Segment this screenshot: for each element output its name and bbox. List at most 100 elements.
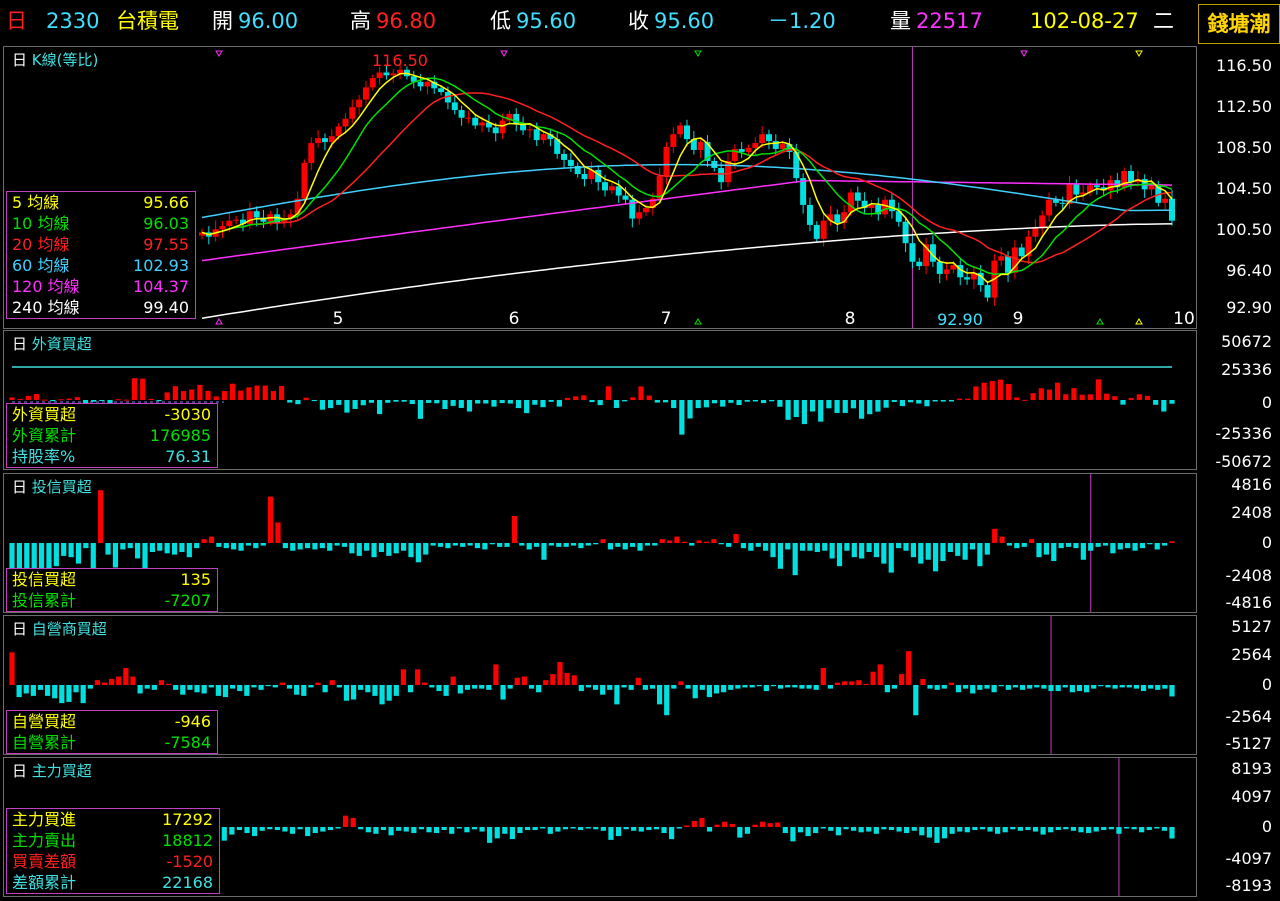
flow-bar — [221, 827, 227, 841]
flow-bar — [303, 397, 309, 400]
flow-bar — [674, 536, 680, 543]
candle-body — [724, 160, 731, 183]
flow-bar — [940, 400, 946, 402]
flow-bar — [238, 390, 244, 400]
flow-bar — [662, 400, 669, 403]
flow-bar — [799, 543, 806, 551]
candle-body — [567, 159, 574, 166]
flow-bar — [927, 685, 933, 689]
flow-bar — [934, 685, 940, 690]
flow-bar — [1144, 395, 1151, 400]
flow-bar — [458, 400, 464, 408]
flow-bar — [1098, 685, 1104, 687]
flow-bar — [1006, 383, 1012, 400]
flow-bar — [197, 384, 203, 400]
candle-body — [513, 113, 520, 125]
flow-bar — [33, 394, 40, 400]
flow-bar — [42, 399, 48, 401]
flow-bar — [678, 681, 684, 685]
candle-body — [520, 124, 527, 131]
legend-value: -1520 — [166, 852, 214, 871]
flow-bar — [164, 392, 170, 400]
flow-bar — [336, 400, 342, 405]
flow-bar — [467, 543, 473, 546]
flow-bar — [899, 400, 906, 407]
flow-bar — [308, 685, 314, 688]
flow-bar — [790, 827, 796, 842]
candle-body — [820, 220, 827, 239]
flow-bar — [536, 685, 542, 693]
legend-value: 102.93 — [133, 256, 189, 275]
period-label[interactable]: 日 — [6, 7, 27, 35]
flow-bar — [777, 400, 783, 407]
flow-bar — [385, 400, 391, 403]
flow-bar — [714, 824, 720, 827]
flow-bar — [1093, 827, 1099, 832]
flow-bar — [301, 685, 307, 696]
flow-bar — [507, 400, 513, 404]
flow-bar — [434, 400, 440, 404]
flow-bar — [1027, 685, 1033, 689]
flow-bar — [356, 543, 362, 556]
flow-bar — [756, 685, 762, 687]
flow-bar — [564, 672, 570, 685]
flow-bar — [1147, 543, 1153, 545]
flow-bar — [422, 682, 428, 685]
flow-bar — [426, 400, 432, 403]
flow-bar — [888, 543, 894, 573]
flow-bar — [692, 685, 698, 699]
candle-body — [882, 199, 889, 215]
month-label: 7 — [661, 309, 672, 328]
y-tick-label: 116.50 — [1216, 56, 1272, 75]
flow-bar — [1169, 541, 1175, 543]
candle-body — [1059, 202, 1066, 204]
flow-bar — [151, 685, 157, 690]
flow-bar — [532, 827, 538, 831]
stock-code[interactable]: 2330 — [46, 7, 99, 35]
flow-bar — [849, 681, 855, 685]
y-tick-label: 2408 — [1231, 503, 1272, 522]
flow-bar — [913, 685, 919, 716]
flow-bar — [479, 685, 485, 689]
flow-bar — [1087, 394, 1093, 400]
signal-marker — [1135, 318, 1143, 325]
candle-body — [806, 204, 813, 225]
stock-name[interactable]: 台積電 — [116, 7, 179, 35]
flow-bar — [870, 671, 876, 685]
candle-body — [479, 122, 486, 126]
flow-bar — [327, 400, 334, 409]
flow-bar — [418, 827, 425, 830]
legend-row: 投信買超 135 — [7, 569, 217, 590]
flow-bar — [736, 400, 742, 406]
flow-bar — [436, 685, 442, 692]
flow-bar — [1084, 685, 1090, 693]
flow-bar — [649, 685, 656, 689]
flow-bar — [149, 543, 155, 553]
flow-bar — [947, 543, 953, 553]
candle-body — [499, 120, 506, 134]
flow-bar — [533, 543, 540, 547]
flow-bar — [969, 543, 976, 550]
flow-bar — [411, 827, 417, 834]
flow-bar — [911, 827, 917, 831]
flow-bar — [613, 400, 620, 408]
quote-header: 日 2330 台積電 開 96.00 高 96.80 低 95.60 收 95.… — [0, 0, 1280, 44]
legend-row: 持股率% 76.31 — [7, 446, 217, 467]
candle-body — [718, 167, 725, 183]
flow-bar — [1102, 543, 1109, 546]
legend-value: -7207 — [164, 591, 212, 610]
flow-bar — [720, 400, 726, 407]
flow-bar — [963, 685, 969, 689]
flow-bar — [61, 543, 67, 556]
flow-bar — [315, 682, 321, 685]
flow-bar — [737, 827, 743, 838]
candle-body — [1073, 184, 1080, 195]
flow-bar — [415, 669, 421, 685]
month-label: 8 — [845, 309, 856, 328]
flow-bar — [493, 664, 499, 685]
flow-bar — [638, 827, 644, 832]
flow-bar — [744, 827, 751, 834]
flow-bar — [379, 685, 385, 705]
flow-bar — [752, 400, 758, 402]
flow-bar — [578, 543, 584, 549]
